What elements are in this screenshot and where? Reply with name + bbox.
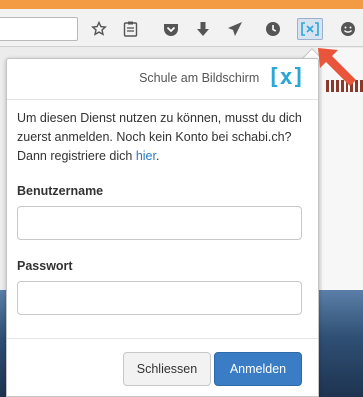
- brand-name: Schule am Bildschirm: [139, 70, 260, 85]
- brand-logo-icon: [x]: [267, 65, 305, 90]
- password-field[interactable]: [17, 281, 302, 315]
- send-icon[interactable]: [224, 18, 246, 40]
- footer-divider: [7, 338, 318, 339]
- browser-toolbar: [0, 9, 363, 47]
- download-icon[interactable]: [192, 18, 214, 40]
- schabi-extension-icon[interactable]: [297, 18, 323, 40]
- close-button[interactable]: Schliessen: [123, 352, 211, 386]
- url-bar[interactable]: [0, 17, 78, 41]
- popup-brand: Schule am Bildschirm [x]: [139, 65, 305, 90]
- username-field[interactable]: [17, 206, 302, 240]
- pocket-icon[interactable]: [160, 18, 182, 40]
- intro-text-end: .: [155, 149, 160, 163]
- reading-list-icon[interactable]: [119, 18, 141, 40]
- intro-text: Um diesen Dienst nutzen zu können, musst…: [17, 109, 309, 166]
- register-link[interactable]: hier: [136, 149, 156, 163]
- username-label: Benutzername: [17, 184, 104, 198]
- window-top-strip: [0, 0, 363, 9]
- pointer-arrow-icon: [318, 48, 356, 86]
- star-icon[interactable]: [88, 18, 110, 40]
- history-icon[interactable]: [262, 18, 284, 40]
- password-label: Passwort: [17, 259, 73, 273]
- smiley-icon[interactable]: [337, 18, 359, 40]
- login-button[interactable]: Anmelden: [214, 352, 302, 386]
- header-divider: [7, 99, 318, 100]
- login-popup: Schule am Bildschirm [x] Um diesen Diens…: [6, 58, 319, 397]
